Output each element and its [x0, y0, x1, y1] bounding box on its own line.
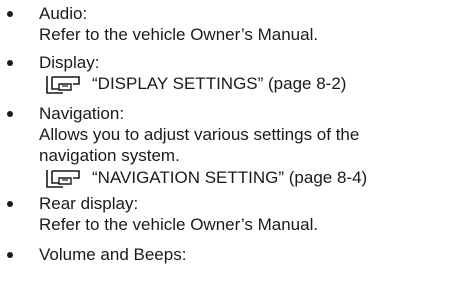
item-heading: Rear display: — [39, 194, 139, 213]
item-heading: Display: — [39, 53, 100, 72]
item-heading: Volume and Beeps: — [39, 245, 187, 264]
reference-pointer-icon — [46, 170, 80, 188]
reference-pointer-icon — [46, 76, 80, 94]
settings-list-document: Audio: Refer to the vehicle Owner’s Manu… — [0, 0, 467, 305]
item-description: Allows you to adjust various settings of… — [39, 125, 360, 144]
bullet-icon — [7, 252, 13, 258]
bullet-icon — [7, 60, 13, 66]
bullet-icon — [7, 11, 13, 17]
item-description: Refer to the vehicle Owner’s Manual. — [39, 25, 319, 44]
item-description: Refer to the vehicle Owner’s Manual. — [39, 215, 319, 234]
bullet-icon — [7, 111, 13, 117]
item-description: navigation system. — [39, 146, 180, 165]
item-heading: Navigation: — [39, 104, 125, 123]
reference-text: “NAVIGATION SETTING” (page 8-4) — [92, 168, 368, 187]
item-heading: Audio: — [39, 4, 88, 23]
bullet-icon — [7, 201, 13, 207]
reference-text: “DISPLAY SETTINGS” (page 8-2) — [92, 74, 347, 93]
